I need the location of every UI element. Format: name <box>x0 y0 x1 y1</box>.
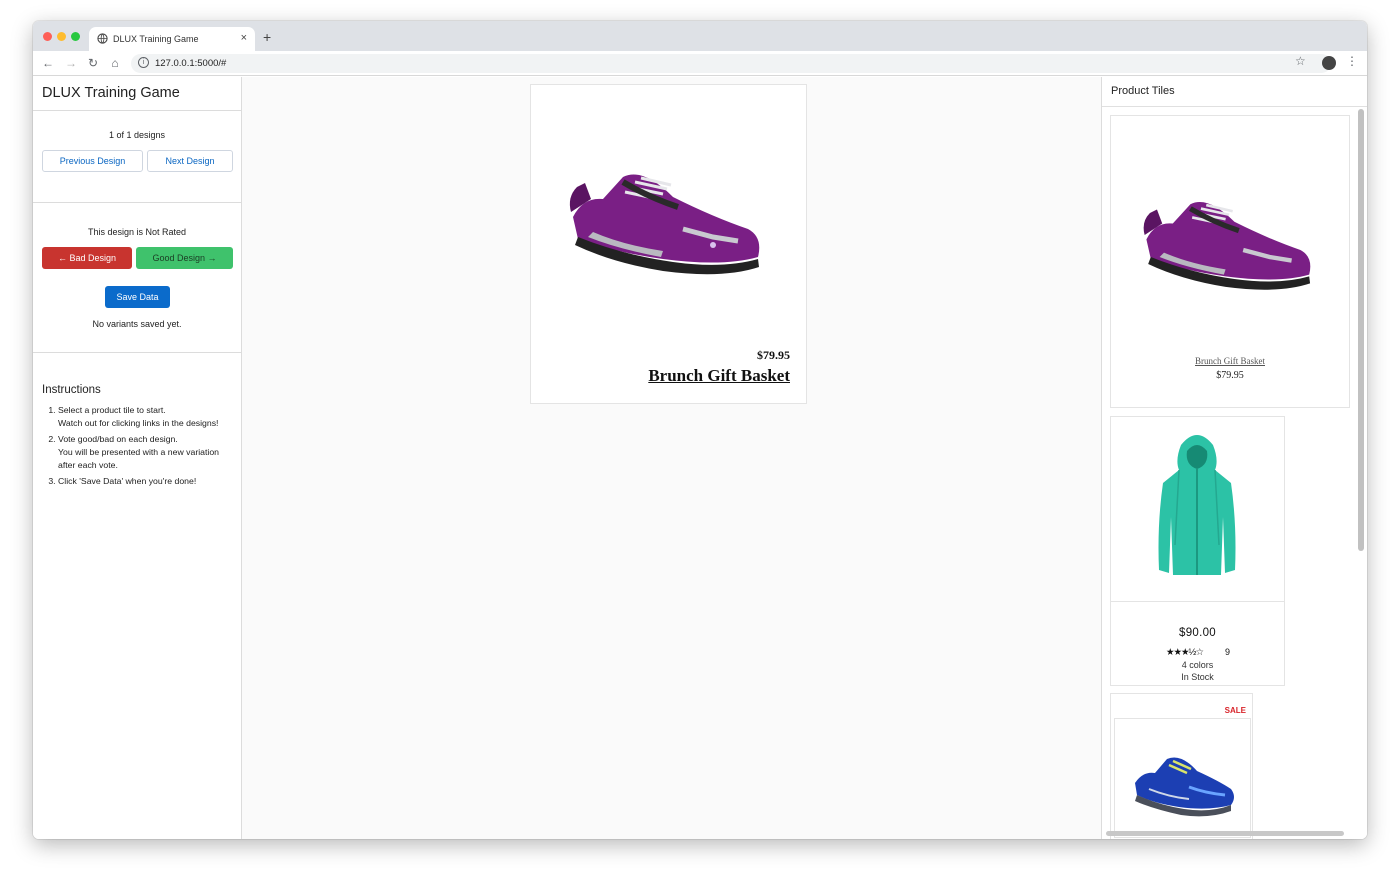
app-title: DLUX Training Game <box>42 85 180 101</box>
profile-avatar[interactable] <box>1322 56 1336 70</box>
maximize-window-button[interactable] <box>71 32 80 41</box>
new-tab-button[interactable]: + <box>263 29 271 45</box>
purple-shoe-image[interactable] <box>1137 169 1323 301</box>
instructions-list: Select a product tile to start. Watch ou… <box>58 404 233 491</box>
browser-toolbar: ← → ↻ ⌂ i 127.0.0.1:5000/# ☆ ⋮ <box>33 51 1367 76</box>
design-preview-card[interactable]: $79.95 Brunch Gift Basket <box>530 84 807 404</box>
close-window-button[interactable] <box>43 32 52 41</box>
tile-image-frame <box>1114 718 1251 838</box>
site-info-icon[interactable]: i <box>138 57 149 68</box>
reload-icon[interactable]: ↻ <box>86 56 100 70</box>
tile-price: $90.00 <box>1179 627 1216 639</box>
tile-product-link[interactable]: Brunch Gift Basket <box>1111 356 1349 366</box>
divider <box>1102 106 1367 107</box>
purple-shoe-image[interactable] <box>563 137 773 287</box>
color-count: 4 colors <box>1181 660 1214 670</box>
back-arrow-icon[interactable]: ← <box>41 56 55 70</box>
menu-kebab-icon[interactable]: ⋮ <box>1346 54 1358 68</box>
teal-jacket-image[interactable] <box>1151 425 1243 585</box>
product-tiles-title: Product Tiles <box>1111 85 1175 97</box>
divider <box>33 110 241 111</box>
browser-window: DLUX Training Game × + ← → ↻ ⌂ i 127.0.0… <box>33 21 1367 839</box>
tab-title: DLUX Training Game <box>113 34 199 44</box>
review-count: 9 <box>1225 647 1231 657</box>
instruction-item: Select a product tile to start. Watch ou… <box>58 404 233 430</box>
product-tiles-panel: Product Tiles Brunch Gift Basket $79.95 <box>1101 77 1367 839</box>
close-tab-icon[interactable]: × <box>241 32 247 44</box>
product-tile[interactable]: Brunch Gift Basket $79.95 <box>1110 115 1350 408</box>
instruction-item: Click 'Save Data' when you're done! <box>58 475 233 488</box>
browser-tab[interactable]: DLUX Training Game × <box>89 27 255 51</box>
control-sidebar: DLUX Training Game 1 of 1 designs Previo… <box>33 77 242 839</box>
vertical-scrollbar[interactable] <box>1358 109 1364 551</box>
next-design-button[interactable]: Next Design <box>147 150 233 172</box>
star-rating: ★★★½☆ <box>1166 647 1204 658</box>
blue-shoe-image[interactable] <box>1129 743 1237 823</box>
horizontal-scrollbar[interactable] <box>1106 831 1344 836</box>
save-data-button[interactable]: Save Data <box>105 286 170 308</box>
tab-bar: DLUX Training Game × + <box>33 21 1367 51</box>
design-counter: 1 of 1 designs <box>108 130 166 140</box>
address-bar[interactable]: i 127.0.0.1:5000/# <box>131 54 1331 73</box>
design-product-link[interactable]: Brunch Gift Basket <box>648 366 790 386</box>
minimize-window-button[interactable] <box>57 32 66 41</box>
bad-design-button[interactable]: ← Bad Design <box>42 247 132 269</box>
product-tile[interactable]: SALE <box>1110 693 1253 839</box>
bookmark-star-icon[interactable]: ☆ <box>1295 54 1306 68</box>
instructions-title: Instructions <box>42 384 101 396</box>
tile-price: $79.95 <box>1216 370 1244 381</box>
design-price: $79.95 <box>757 348 790 362</box>
divider <box>33 352 241 353</box>
instruction-item: Vote good/bad on each design. You will b… <box>58 433 233 472</box>
save-status: No variants saved yet. <box>92 319 182 329</box>
home-icon[interactable]: ⌂ <box>108 56 122 70</box>
sale-badge: SALE <box>1224 706 1246 715</box>
previous-design-button[interactable]: Previous Design <box>42 150 143 172</box>
page-content: DLUX Training Game 1 of 1 designs Previo… <box>33 77 1367 839</box>
product-tile[interactable]: $90.00 ★★★½☆ 9 4 colors In Stock <box>1110 416 1285 686</box>
divider <box>33 202 241 203</box>
rating-status: This design is Not Rated <box>87 227 187 237</box>
globe-icon <box>97 33 108 44</box>
good-design-button[interactable]: Good Design → <box>136 247 233 269</box>
forward-arrow-icon[interactable]: → <box>64 56 78 70</box>
url-text: 127.0.0.1:5000/# <box>155 58 227 69</box>
tile-image-frame <box>1111 417 1284 602</box>
stock-status: In Stock <box>1181 672 1214 682</box>
